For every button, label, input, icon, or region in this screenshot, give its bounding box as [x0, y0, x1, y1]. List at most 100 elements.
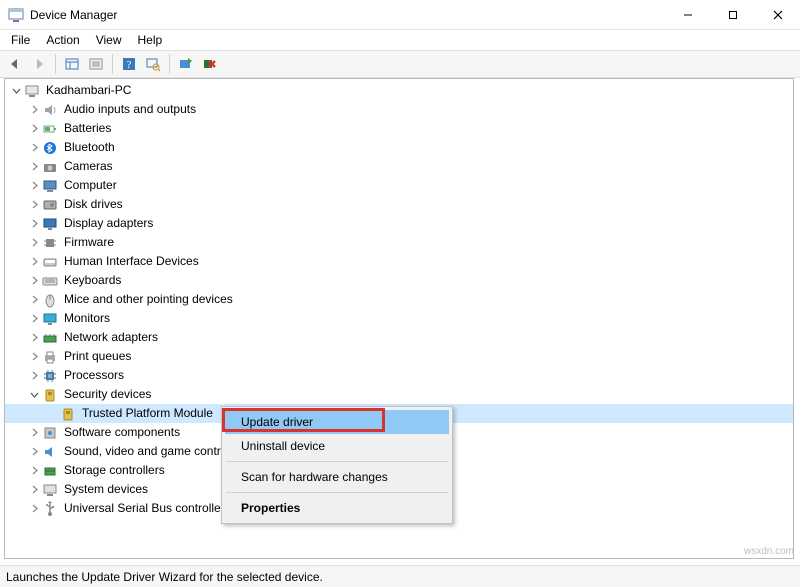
disk-icon	[42, 197, 58, 213]
maximize-button[interactable]	[710, 0, 755, 29]
ctx-uninstall-device[interactable]: Uninstall device	[225, 434, 449, 458]
chevron-down-icon[interactable]	[9, 84, 23, 98]
tree-root[interactable]: Kadhambari-PC	[5, 81, 793, 100]
chevron-right-icon[interactable]	[27, 293, 41, 307]
tree-item[interactable]: Print queues	[5, 347, 793, 366]
chevron-right-icon[interactable]	[27, 179, 41, 193]
chip-icon	[42, 235, 58, 251]
camera-icon	[42, 159, 58, 175]
expander-blank	[45, 407, 59, 421]
tree-item[interactable]: Display adapters	[5, 214, 793, 233]
computer-icon	[24, 83, 40, 99]
tree-item[interactable]: Firmware	[5, 233, 793, 252]
security-icon	[42, 387, 58, 403]
chevron-right-icon[interactable]	[27, 274, 41, 288]
close-button[interactable]	[755, 0, 800, 29]
chevron-down-icon[interactable]	[27, 388, 41, 402]
bluetooth-icon	[42, 140, 58, 156]
tree-item[interactable]: Network adapters	[5, 328, 793, 347]
chevron-right-icon[interactable]	[27, 369, 41, 383]
mouse-icon	[42, 292, 58, 308]
chevron-right-icon[interactable]	[27, 160, 41, 174]
chevron-right-icon[interactable]	[27, 103, 41, 117]
chevron-right-icon[interactable]	[27, 426, 41, 440]
tree-item[interactable]: Human Interface Devices	[5, 252, 793, 271]
svg-text:?: ?	[127, 59, 132, 71]
tree-item[interactable]: Mice and other pointing devices	[5, 290, 793, 309]
computer-small-icon	[42, 178, 58, 194]
tpm-label: Trusted Platform Module	[80, 404, 215, 423]
titlebar: Device Manager	[0, 0, 800, 30]
ctx-update-driver[interactable]: Update driver	[225, 410, 449, 434]
cpu-icon	[42, 368, 58, 384]
toolbar-separator	[169, 54, 170, 74]
tree-item[interactable]: Bluetooth	[5, 138, 793, 157]
ctx-scan-hardware[interactable]: Scan for hardware changes	[225, 465, 449, 489]
tree-item[interactable]: Cameras	[5, 157, 793, 176]
tree-item[interactable]: Keyboards	[5, 271, 793, 290]
update-driver-button[interactable]	[175, 53, 197, 75]
ctx-properties[interactable]: Properties	[225, 496, 449, 520]
menu-action[interactable]: Action	[39, 31, 86, 49]
monitor-icon	[42, 311, 58, 327]
tree-item[interactable]: Audio inputs and outputs	[5, 100, 793, 119]
properties-button[interactable]	[85, 53, 107, 75]
watermark: wsxdn.com	[744, 546, 794, 557]
menubar: File Action View Help	[0, 30, 800, 50]
window-controls	[665, 0, 800, 29]
chevron-right-icon[interactable]	[27, 483, 41, 497]
forward-button[interactable]	[28, 53, 50, 75]
menu-view[interactable]: View	[89, 31, 129, 49]
tree-item[interactable]: Computer	[5, 176, 793, 195]
status-text: Launches the Update Driver Wizard for th…	[6, 570, 323, 584]
sound-icon	[42, 444, 58, 460]
chevron-right-icon[interactable]	[27, 122, 41, 136]
network-icon	[42, 330, 58, 346]
uninstall-device-button[interactable]	[199, 53, 221, 75]
back-button[interactable]	[4, 53, 26, 75]
chevron-right-icon[interactable]	[27, 217, 41, 231]
menu-help[interactable]: Help	[131, 31, 170, 49]
tpm-icon	[60, 406, 76, 422]
show-hide-console-button[interactable]	[61, 53, 83, 75]
chevron-right-icon[interactable]	[27, 350, 41, 364]
chevron-right-icon[interactable]	[27, 445, 41, 459]
ctx-separator	[226, 492, 448, 493]
chevron-right-icon[interactable]	[27, 331, 41, 345]
chevron-right-icon[interactable]	[27, 141, 41, 155]
chevron-right-icon[interactable]	[27, 236, 41, 250]
window-title: Device Manager	[30, 8, 665, 22]
toolbar-separator	[55, 54, 56, 74]
tree-item[interactable]: Processors	[5, 366, 793, 385]
statusbar: Launches the Update Driver Wizard for th…	[0, 565, 800, 587]
component-icon	[42, 425, 58, 441]
scan-hardware-button[interactable]	[142, 53, 164, 75]
context-menu: Update driver Uninstall device Scan for …	[221, 406, 453, 524]
app-icon	[8, 7, 24, 23]
menu-file[interactable]: File	[4, 31, 37, 49]
tree-item-security[interactable]: Security devices	[5, 385, 793, 404]
usb-icon	[42, 501, 58, 517]
speaker-icon	[42, 102, 58, 118]
toolbar-separator	[112, 54, 113, 74]
keyboard-icon	[42, 273, 58, 289]
toolbar: ?	[0, 50, 800, 78]
ctx-separator	[226, 461, 448, 462]
display-icon	[42, 216, 58, 232]
minimize-button[interactable]	[665, 0, 710, 29]
help-button[interactable]: ?	[118, 53, 140, 75]
battery-icon	[42, 121, 58, 137]
printer-icon	[42, 349, 58, 365]
chevron-right-icon[interactable]	[27, 464, 41, 478]
tree-item[interactable]: Disk drives	[5, 195, 793, 214]
storage-icon	[42, 463, 58, 479]
chevron-right-icon[interactable]	[27, 502, 41, 516]
chevron-right-icon[interactable]	[27, 312, 41, 326]
chevron-right-icon[interactable]	[27, 255, 41, 269]
tree-item[interactable]: Batteries	[5, 119, 793, 138]
hid-icon	[42, 254, 58, 270]
chevron-right-icon[interactable]	[27, 198, 41, 212]
root-label: Kadhambari-PC	[44, 81, 133, 100]
system-icon	[42, 482, 58, 498]
tree-item[interactable]: Monitors	[5, 309, 793, 328]
